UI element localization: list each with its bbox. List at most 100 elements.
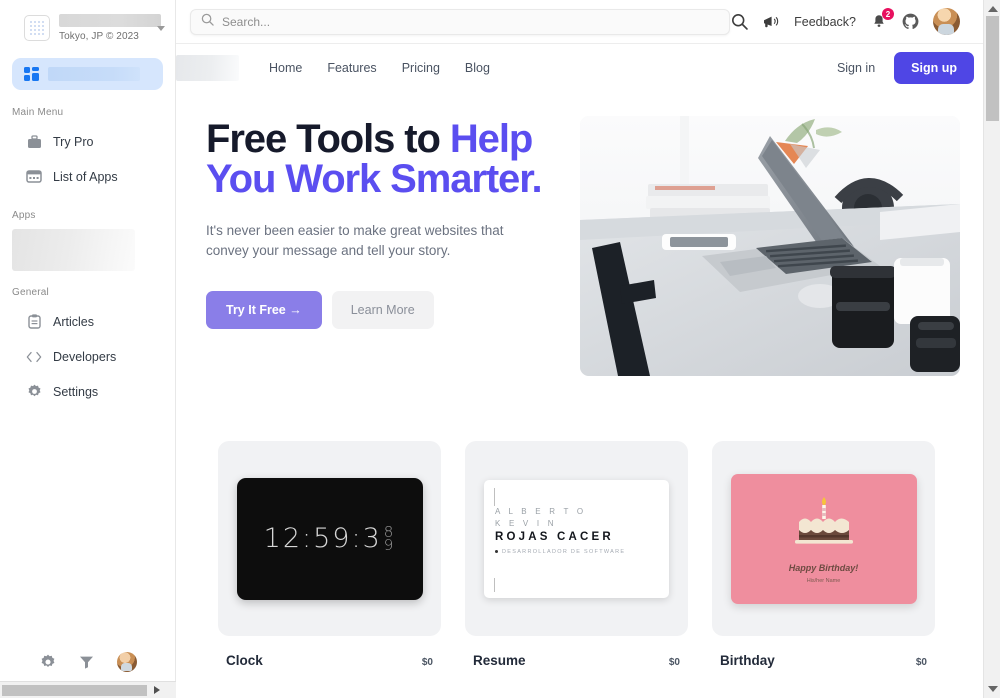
gear-icon (26, 384, 42, 400)
workspace-meta: Tokyo, JP © 2023 (59, 14, 161, 42)
clock-time-display: 12:59:3 8 9 (264, 523, 396, 554)
card-price: $0 (421, 657, 433, 668)
search-icon[interactable] (730, 12, 749, 31)
nav-link-features[interactable]: Features (327, 61, 376, 75)
sidebar-section-main-menu: Main Menu (12, 107, 64, 118)
github-icon[interactable] (901, 12, 920, 31)
search-icon (201, 13, 214, 31)
scroll-right-arrow-icon[interactable] (154, 686, 160, 694)
nav-link-blog[interactable]: Blog (465, 61, 490, 75)
page-title: Free Tools to Help You Work Smarter. (206, 119, 566, 199)
birthday-cake-icon (787, 494, 861, 555)
learn-more-button[interactable]: Learn More (331, 291, 434, 329)
bullet-icon (495, 550, 498, 553)
workspace-location: Tokyo, JP © 2023 (59, 31, 139, 42)
resume-preview: A L B E R T O K E V I N ROJAS CACER DESA… (484, 479, 669, 598)
nav-link-home[interactable]: Home (269, 61, 302, 75)
page-vertical-scrollbar[interactable] (983, 0, 1000, 698)
card-meta: Clock $0 (218, 653, 441, 668)
resume-last-name: ROJAS CACER (495, 530, 614, 543)
card-price: $0 (915, 657, 927, 668)
scrollbar-thumb[interactable] (2, 684, 147, 696)
bell-icon[interactable]: 2 (869, 8, 894, 31)
birthday-subtitle: His/her Name (806, 577, 841, 584)
card-title: Clock (226, 653, 263, 668)
sidebar-item-dashboard[interactable] (12, 58, 163, 90)
hero-section: Free Tools to Help You Work Smarter. It'… (176, 92, 1000, 376)
nav-link-pricing[interactable]: Pricing (402, 61, 440, 75)
clock-digit-bottom: 9 (383, 535, 396, 554)
birthday-title: Happy Birthday! (788, 562, 859, 573)
briefcase-icon (26, 134, 42, 150)
template-card-resume[interactable]: A L B E R T O K E V I N ROJAS CACER DESA… (465, 441, 688, 668)
headline-plain: Free Tools to (206, 117, 450, 161)
scroll-down-arrow-icon[interactable] (988, 686, 998, 692)
sidebar-item-label: Try Pro (53, 134, 94, 149)
code-brackets-icon (26, 349, 42, 365)
hero-image (580, 116, 960, 376)
template-card-clock[interactable]: 12:59:3 8 9 Clock $0 (218, 441, 441, 668)
card-meta: Resume $0 (465, 653, 688, 668)
site-nav: Home Features Pricing Blog (269, 61, 490, 75)
resume-first-name: A L B E R T O (495, 506, 587, 516)
clock-preview: 12:59:3 8 9 (236, 477, 423, 600)
resume-role-line: DESARROLLADOR DE SOFTWARE (495, 549, 669, 555)
sidebar-item-label: Developers (53, 349, 117, 364)
chevron-down-icon[interactable] (157, 25, 165, 31)
workspace-switcher[interactable]: Tokyo, JP © 2023 (0, 0, 175, 50)
card-price: $0 (668, 657, 680, 668)
sidebar-horizontal-scrollbar[interactable] (0, 681, 176, 698)
sidebar-footer (0, 652, 175, 672)
sidebar-section-apps: Apps (12, 210, 36, 221)
sidebar-item-developers[interactable]: Developers (0, 339, 175, 374)
sign-up-button[interactable]: Sign up (894, 52, 974, 84)
resume-role: DESARROLLADOR DE SOFTWARE (502, 548, 626, 555)
try-it-free-button[interactable]: Try It Free → (206, 291, 322, 329)
sidebar-item-label: Settings (53, 384, 99, 399)
clock-rolling-digits: 8 9 (383, 524, 396, 554)
scrollbar-thumb[interactable] (986, 16, 999, 121)
dot-grid-icon (24, 15, 50, 41)
card-meta: Birthday $0 (712, 653, 935, 668)
hero-buttons: Try It Free → Learn More (206, 291, 566, 329)
clipboard-icon (26, 314, 42, 330)
window-list-icon (26, 169, 42, 185)
megaphone-icon[interactable] (762, 12, 781, 31)
card-thumbnail: 12:59:3 8 9 (218, 441, 441, 636)
app-topbar: Search... Feedback? 2 (176, 0, 1000, 44)
filter-icon[interactable] (78, 653, 96, 671)
workspace-name-redacted (59, 14, 161, 27)
feedback-label[interactable]: Feedback? (794, 15, 856, 29)
notification-badge: 2 (882, 8, 894, 20)
dashboard-grid-icon (24, 67, 39, 81)
sidebar-item-label: Articles (53, 314, 94, 329)
card-thumbnail: A L B E R T O K E V I N ROJAS CACER DESA… (465, 441, 688, 636)
sidebar-section-general: General (12, 287, 49, 298)
search-placeholder: Search... (222, 14, 271, 29)
user-avatar[interactable] (933, 8, 960, 35)
sidebar-item-articles[interactable]: Articles (0, 304, 175, 339)
templates-grid: 12:59:3 8 9 Clock $0 A L B E R T O K E V… (176, 376, 1000, 668)
template-card-birthday[interactable]: Happy Birthday! His/her Name Birthday $0 (712, 441, 935, 668)
sidebar-apps-redacted-block (12, 229, 135, 271)
clock-time: 12:59:3 (263, 523, 382, 554)
resume-middle-name: K E V I N (495, 518, 557, 528)
sidebar-item-try-pro[interactable]: Try Pro (0, 124, 175, 159)
scroll-up-arrow-icon[interactable] (988, 6, 998, 12)
topbar-actions: Feedback? 2 (730, 8, 990, 35)
site-logo[interactable] (176, 55, 239, 81)
avatar[interactable] (116, 652, 137, 672)
card-title: Birthday (720, 653, 775, 668)
sidebar-item-label: List of Apps (53, 169, 118, 184)
sidebar-item-settings[interactable]: Settings (0, 374, 175, 409)
sign-in-link[interactable]: Sign in (837, 61, 875, 75)
search-input[interactable]: Search... (190, 8, 731, 35)
app-window: Tokyo, JP © 2023 Main Menu Try Pro List … (0, 0, 1000, 698)
site-header: Home Features Pricing Blog Sign in Sign … (176, 44, 1000, 92)
sidebar-active-label-redacted (48, 67, 140, 81)
birthday-preview: Happy Birthday! His/her Name (730, 473, 917, 604)
gear-icon[interactable] (39, 653, 57, 671)
sidebar: Tokyo, JP © 2023 Main Menu Try Pro List … (0, 0, 176, 698)
sidebar-item-list-of-apps[interactable]: List of Apps (0, 159, 175, 194)
site-auth: Sign in Sign up (837, 52, 974, 84)
